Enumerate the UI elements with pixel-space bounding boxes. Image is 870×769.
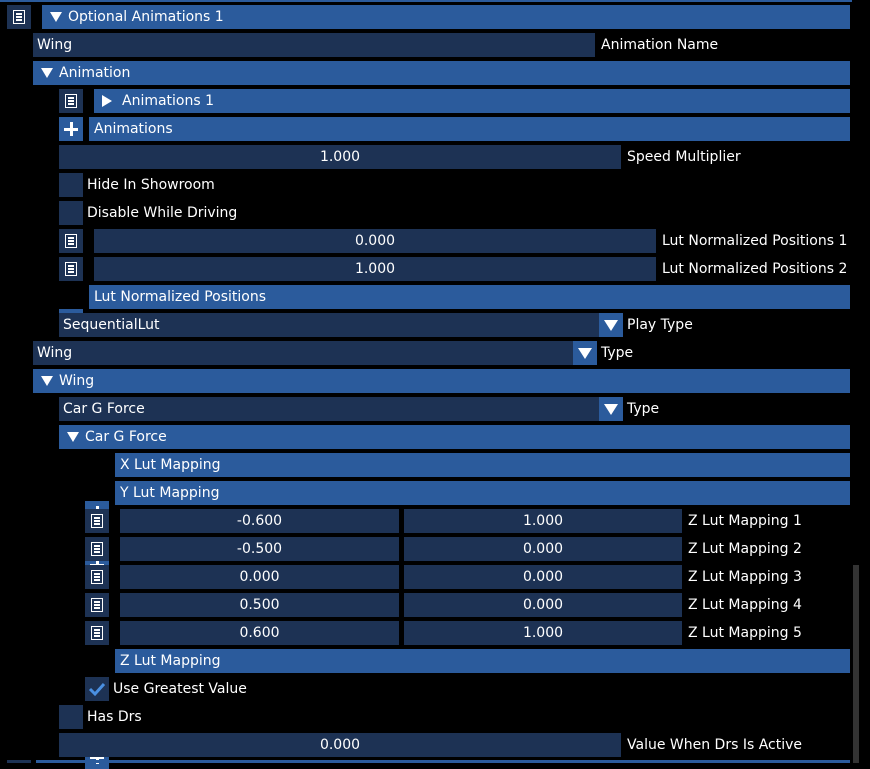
has-drs-label: Has Drs	[87, 709, 142, 725]
use-greatest-value-checkbox[interactable]	[85, 677, 109, 701]
list-button[interactable]	[85, 593, 109, 617]
header-label: Optional Animations 1	[68, 9, 224, 25]
wing-header[interactable]: Wing	[33, 369, 850, 393]
hide-in-showroom-label: Hide In Showroom	[87, 177, 215, 193]
list-icon	[13, 10, 25, 24]
dropdown-arrow-icon	[604, 319, 618, 331]
animations-item-header[interactable]: Animations 1	[94, 89, 850, 113]
z-lut-label: Z Lut Mapping 2	[688, 541, 802, 557]
lut-position-label: Lut Normalized Positions 1	[662, 233, 848, 249]
lut-positions-add-header[interactable]: Lut Normalized Positions	[89, 285, 850, 309]
triangle-right-icon	[102, 95, 112, 107]
animation-name-input[interactable]: Wing	[33, 33, 595, 57]
list-icon	[91, 570, 103, 584]
type-dropdown-button[interactable]	[573, 341, 597, 365]
car-g-force-header-label: Car G Force	[85, 429, 167, 445]
x-lut-add-label: X Lut Mapping	[120, 457, 221, 473]
z-lut-label: Z Lut Mapping 1	[688, 513, 802, 529]
play-type-dropdown-button[interactable]	[599, 313, 623, 337]
z-lut-label: Z Lut Mapping 3	[688, 569, 802, 585]
hide-in-showroom-checkbox[interactable]	[59, 173, 83, 197]
type-select[interactable]: Wing	[33, 341, 573, 365]
lut-position-input[interactable]: 0.000	[94, 229, 656, 253]
animation-name-label: Animation Name	[601, 37, 719, 53]
z-lut-add-header[interactable]: Z Lut Mapping	[115, 649, 850, 673]
z-lut-a-input[interactable]: -0.500	[120, 537, 399, 561]
dropdown-arrow-icon	[578, 347, 592, 359]
top-edge	[0, 0, 852, 2]
list-icon	[65, 234, 77, 248]
list-button[interactable]	[85, 537, 109, 561]
animation-header[interactable]: Animation	[33, 61, 850, 85]
z-lut-b-input[interactable]: 0.000	[404, 593, 682, 617]
wing-header-label: Wing	[59, 373, 95, 389]
add-animation-button[interactable]	[59, 117, 83, 141]
x-lut-add-header[interactable]: X Lut Mapping	[115, 453, 850, 477]
type-label: Type	[601, 345, 634, 361]
lut-position-input[interactable]: 1.000	[94, 257, 656, 281]
z-lut-b-input[interactable]: 0.000	[404, 565, 682, 589]
list-button[interactable]	[85, 565, 109, 589]
z-lut-label: Z Lut Mapping 4	[688, 597, 802, 613]
list-button[interactable]	[59, 229, 83, 253]
wing-type-label: Type	[627, 401, 660, 417]
z-lut-a-input[interactable]: 0.500	[120, 593, 399, 617]
lut-position-label: Lut Normalized Positions 2	[662, 261, 848, 277]
triangle-down-icon	[41, 68, 53, 78]
z-lut-label: Z Lut Mapping 5	[688, 625, 802, 641]
car-g-force-header[interactable]: Car G Force	[59, 425, 850, 449]
list-icon	[91, 514, 103, 528]
wing-type-select[interactable]: Car G Force	[59, 397, 599, 421]
list-button[interactable]	[7, 5, 31, 29]
animations-add-header[interactable]: Animations	[89, 117, 850, 141]
lut-positions-add-label: Lut Normalized Positions	[94, 289, 267, 305]
list-icon	[91, 598, 103, 612]
animations-item-label: Animations 1	[122, 93, 215, 109]
scrollbar-thumb[interactable]	[853, 565, 859, 763]
dropdown-arrow-icon	[604, 403, 618, 415]
play-type-label: Play Type	[627, 317, 693, 333]
list-icon	[91, 542, 103, 556]
list-icon	[91, 626, 103, 640]
speed-multiplier-label: Speed Multiplier	[627, 149, 741, 165]
z-lut-add-label: Z Lut Mapping	[120, 653, 221, 669]
animations-add-label: Animations	[94, 121, 173, 137]
wing-type-dropdown-button[interactable]	[599, 397, 623, 421]
list-button[interactable]	[85, 509, 109, 533]
list-icon	[65, 262, 77, 276]
z-lut-a-input[interactable]: 0.000	[120, 565, 399, 589]
disable-while-driving-checkbox[interactable]	[59, 201, 83, 225]
play-type-select[interactable]: SequentialLut	[59, 313, 599, 337]
triangle-down-icon	[41, 376, 53, 386]
drs-value-input[interactable]: 0.000	[59, 733, 621, 757]
optional-animations-header[interactable]: Optional Animations 1	[42, 5, 850, 29]
z-lut-a-input[interactable]: -0.600	[120, 509, 399, 533]
z-lut-a-input[interactable]: 0.600	[120, 621, 399, 645]
list-button[interactable]	[59, 89, 83, 113]
y-lut-add-label: Y Lut Mapping	[120, 485, 220, 501]
triangle-down-icon	[50, 12, 62, 22]
disable-while-driving-label: Disable While Driving	[87, 205, 238, 221]
speed-multiplier-input[interactable]: 1.000	[59, 145, 621, 169]
list-button[interactable]	[59, 257, 83, 281]
z-lut-b-input[interactable]: 1.000	[404, 509, 682, 533]
drs-value-label: Value When Drs Is Active	[627, 737, 803, 753]
has-drs-checkbox[interactable]	[59, 705, 83, 729]
use-greatest-value-label: Use Greatest Value	[113, 681, 247, 697]
z-lut-b-input[interactable]: 0.000	[404, 537, 682, 561]
list-button[interactable]	[85, 621, 109, 645]
animation-header-label: Animation	[59, 65, 131, 81]
list-icon	[65, 94, 77, 108]
triangle-down-icon	[67, 432, 79, 442]
y-lut-add-header[interactable]: Y Lut Mapping	[115, 481, 850, 505]
z-lut-b-input[interactable]: 1.000	[404, 621, 682, 645]
check-icon	[88, 682, 106, 697]
